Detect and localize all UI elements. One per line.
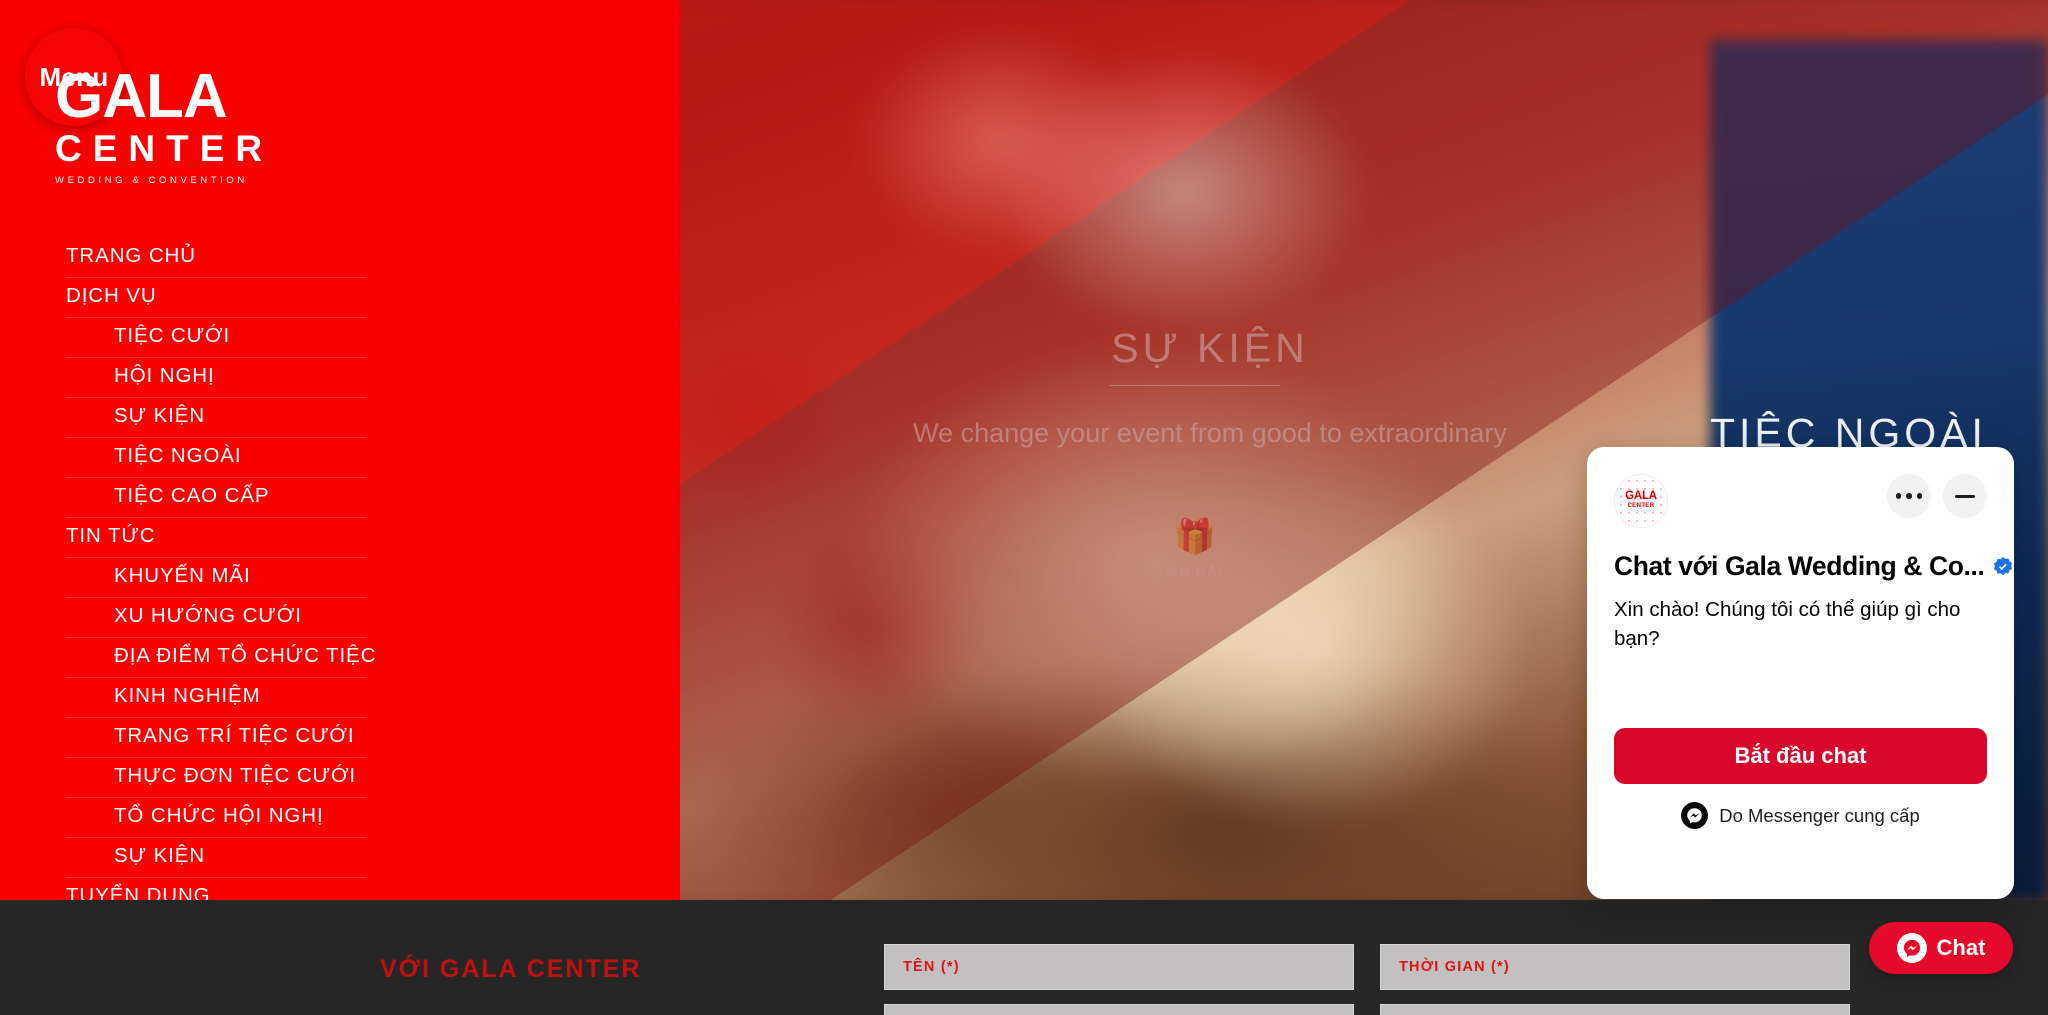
logo-line-2: CENTER [55,127,274,169]
nav-item-5[interactable]: TIỆC NGOÀI [66,438,366,478]
page-root: TIỆC NGOÀI SỰ KIỆN We change your event … [0,0,2048,1015]
chat-powered-by-label: Do Messenger cung cấp [1719,804,1920,826]
nav-item-3[interactable]: HỘI NGHỊ [66,358,366,398]
site-logo[interactable]: GALA CENTER WEDDING & CONVENTION [55,62,355,186]
sidebar-menu-panel: Menu GALA CENTER WEDDING & CONVENTION TR… [0,0,680,1015]
nav-item-12[interactable]: TRANG TRÍ TIỆC CƯỚI [66,718,366,758]
chat-launcher-button[interactable]: Chat [1869,922,2013,974]
nav-item-2[interactable]: TIỆC CƯỚI [66,318,366,358]
facebook-chat-widget[interactable]: GALA CENTER Chat với Gala Wedding & Co..… [1587,447,2014,899]
nav-item-0[interactable]: TRANG CHỦ [66,238,366,278]
messenger-icon [1681,802,1709,829]
nav-item-15[interactable]: SỰ KIỆN [66,838,366,878]
chat-widget-header: GALA CENTER [1587,447,2014,547]
avatar-logo-line-2: CENTER [1627,503,1655,510]
messenger-icon [1896,933,1927,963]
chat-powered-by: Do Messenger cung cấp [1587,802,2014,829]
nav-item-14[interactable]: TỔ CHỨC HỘI NGHỊ [66,798,366,838]
logo-line-1: GALA [55,62,228,131]
avatar-logo-line-1: GALA [1625,489,1657,502]
footer-section-title: VỚI GALA CENTER [380,955,642,983]
ellipsis-icon[interactable] [1887,474,1931,518]
nav-item-6[interactable]: TIỆC CAO CẤP [66,478,366,518]
secondary-input-left[interactable] [884,1004,1354,1015]
nav-item-10[interactable]: ĐỊA ĐIỂM TỔ CHỨC TIỆC [66,638,375,678]
nav-item-7[interactable]: TIN TỨC [66,518,366,558]
chat-launcher-label: Chat [1936,935,1986,960]
chat-greeting-message: Xin chào! Chúng tôi có thể giúp gì cho b… [1614,598,1961,651]
nav-item-8[interactable]: KHUYẾN MÃI [66,558,366,598]
start-chat-button[interactable]: Bắt đầu chat [1614,728,1987,784]
nav-item-4[interactable]: SỰ KIỆN [66,398,366,438]
chat-widget-title: Chat với Gala Wedding & Co... [1614,551,2013,582]
chat-page-avatar: GALA CENTER [1614,474,1668,528]
logo-tagline: WEDDING & CONVENTION [55,174,248,186]
secondary-input-right[interactable] [1380,1004,1850,1015]
name-input-label: TÊN (*) [903,959,960,975]
nav-item-11[interactable]: KINH NGHIỆM [66,678,366,718]
nav-item-9[interactable]: XU HƯỚNG CƯỚI [66,598,366,638]
nav-item-1[interactable]: DỊCH VỤ [66,278,366,318]
main-navigation: TRANG CHỦ DỊCH VỤ TIỆC CƯỚI HỘI NGHỊ SỰ KIỆN… [66,238,375,958]
verified-badge-icon [1994,556,2013,575]
minimize-icon[interactable] [1943,474,1987,518]
time-input-label: THỜI GIAN (*) [1399,959,1510,975]
chat-widget-title-text: Chat với Gala Wedding & Co... [1614,551,1985,581]
time-input[interactable]: THỜI GIAN (*) [1380,944,1850,990]
nav-item-13[interactable]: THỰC ĐƠN TIỆC CƯỚI [66,758,366,798]
name-input[interactable]: TÊN (*) [884,944,1354,990]
